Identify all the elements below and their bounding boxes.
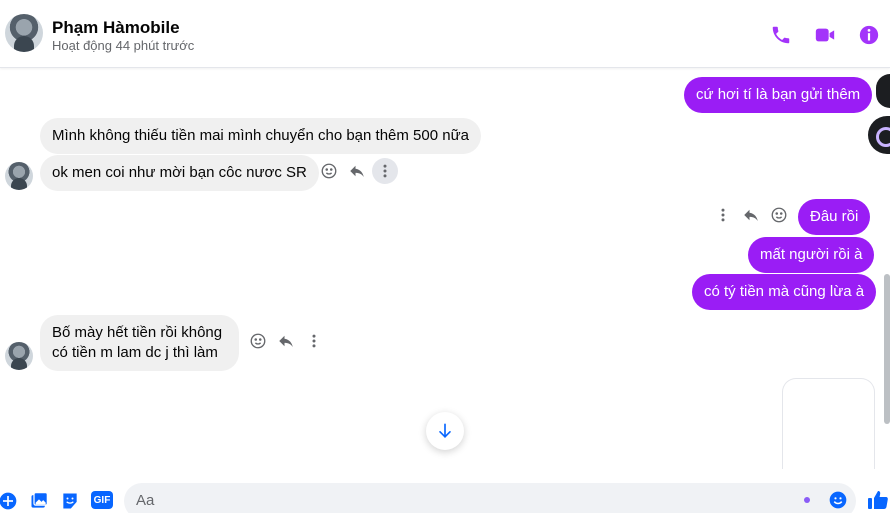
reply-icon[interactable] xyxy=(273,328,299,354)
more-icon[interactable] xyxy=(710,202,736,228)
photo-icon[interactable] xyxy=(28,490,50,512)
reply-icon[interactable] xyxy=(738,202,764,228)
chat-header: Phạm Hàmobile Hoạt động 44 phút trước xyxy=(0,0,890,68)
outgoing-message[interactable]: mất người rồi à xyxy=(748,237,875,273)
contact-avatar-small[interactable] xyxy=(5,162,33,190)
react-icon[interactable] xyxy=(766,202,792,228)
message-composer: GIF Aa xyxy=(0,469,890,513)
contact-name[interactable]: Phạm Hàmobile xyxy=(52,18,180,38)
phone-icon[interactable] xyxy=(770,24,792,46)
message-line: Bố mày hết tiền rồi không xyxy=(52,324,223,341)
incoming-message[interactable]: ok men coi như mời bạn côc nươc SR xyxy=(40,155,319,191)
contact-avatar[interactable] xyxy=(5,14,43,52)
contact-status: Hoạt động 44 phút trước xyxy=(52,38,195,53)
sticker-icon[interactable] xyxy=(59,490,81,512)
incoming-message[interactable]: Mình không thiếu tiền mai mình chuyển ch… xyxy=(40,118,481,154)
outgoing-message[interactable]: cứ hơi tí là bạn gửi thêm xyxy=(684,77,873,113)
message-line: có tiền m lam dc j thì làm xyxy=(52,344,218,361)
status-dot xyxy=(804,497,810,503)
reply-icon[interactable] xyxy=(344,158,370,184)
react-icon[interactable] xyxy=(316,158,342,184)
react-icon[interactable] xyxy=(245,328,271,354)
info-icon[interactable] xyxy=(858,24,880,46)
more-icon[interactable] xyxy=(301,328,327,354)
add-icon[interactable] xyxy=(0,490,19,512)
outgoing-message[interactable]: Đâu rồi xyxy=(798,199,871,235)
emoji-icon[interactable] xyxy=(828,490,848,510)
more-icon[interactable] xyxy=(372,158,398,184)
contact-avatar-small[interactable] xyxy=(5,342,33,370)
like-icon[interactable] xyxy=(866,488,890,512)
media-message[interactable] xyxy=(782,378,875,473)
message-list[interactable]: cứ hơi tí là bạn gửi thêm Mình không thi… xyxy=(0,69,890,473)
outgoing-message[interactable]: có tý tiền mà cũng lừa à xyxy=(692,274,877,310)
scrollbar[interactable] xyxy=(884,274,890,424)
gif-icon[interactable]: GIF xyxy=(91,491,113,509)
message-input-placeholder: Aa xyxy=(136,492,155,509)
video-call-icon[interactable] xyxy=(814,24,836,46)
message-input[interactable]: Aa xyxy=(124,483,856,513)
incoming-message[interactable]: Bố mày hết tiền rồi không có tiền m lam … xyxy=(40,315,239,371)
scroll-to-bottom-button[interactable] xyxy=(426,412,464,450)
